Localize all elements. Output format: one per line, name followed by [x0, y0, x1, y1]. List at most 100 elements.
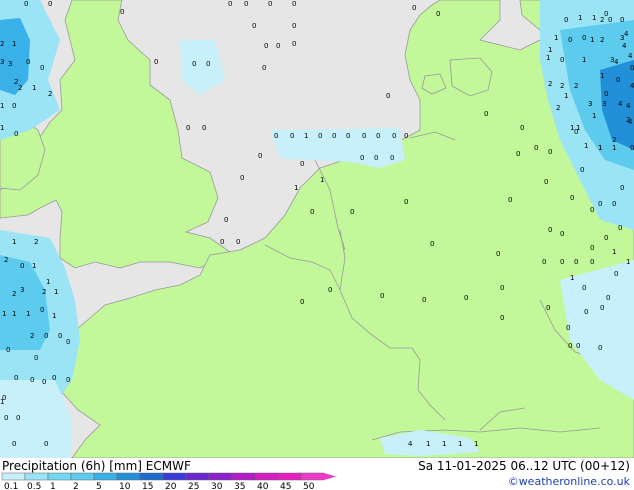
precip-value-label: 1: [600, 72, 604, 80]
precip-value-label: 2: [556, 104, 560, 112]
precip-value-label: 0: [4, 414, 8, 422]
scale-label: 10: [119, 482, 131, 490]
precip-value-label: 0: [300, 298, 304, 306]
precip-value-label: 0: [570, 194, 574, 202]
precip-value-label: 0: [484, 110, 488, 118]
precip-value-label: 0: [220, 238, 224, 246]
precip-value-label: 1: [590, 36, 594, 44]
credit-link[interactable]: ©weatheronline.co.uk: [508, 475, 630, 488]
precip-value-label: 0: [292, 22, 296, 30]
precip-value-label: 0: [600, 304, 604, 312]
precip-value-label: 1: [26, 310, 30, 318]
precip-value-label: 0: [386, 92, 390, 100]
precip-value-label: 0: [618, 224, 622, 232]
precip-value-label: 0: [360, 154, 364, 162]
precip-value-label: 4: [626, 102, 631, 110]
precip-value-label: 1: [52, 312, 56, 320]
precip-value-label: 0: [568, 342, 572, 350]
scale-label: 35: [234, 482, 245, 490]
precip-value-label: 0: [590, 244, 594, 252]
precip-value-label: 1: [0, 398, 4, 406]
scale-color-box: [116, 472, 141, 481]
precip-value-label: 0: [12, 440, 16, 448]
precip-value-label: 0: [244, 0, 248, 8]
precip-value-label: 0: [224, 216, 228, 224]
precip-value-label: 0: [604, 90, 608, 98]
scale-color-box: [139, 472, 164, 481]
precip-value-label: 0: [404, 198, 408, 206]
precip-value-label: 0: [436, 10, 440, 18]
precip-value-label: 2: [574, 82, 578, 90]
precip-value-label: 0: [574, 258, 578, 266]
scale-color-box: [162, 472, 187, 481]
precip-value-label: 0: [598, 344, 602, 352]
precip-value-label: 1: [612, 248, 616, 256]
precip-value-label: 1: [570, 124, 574, 132]
scale-color-box: [93, 472, 118, 481]
precip-value-label: 0: [542, 258, 546, 266]
precip-value-label: 0: [52, 374, 56, 382]
scale-color-box: [185, 472, 210, 481]
precip-value-label: 4: [618, 100, 623, 108]
precip-value-label: 0: [274, 132, 278, 140]
precip-value-label: 1: [474, 440, 478, 448]
precip-value-label: 0: [42, 378, 46, 386]
precip-value-label: 0: [268, 0, 272, 8]
scale-label: 25: [188, 482, 199, 490]
precip-value-label: 0: [30, 376, 34, 384]
precip-value-label: 0: [380, 292, 384, 300]
scale-label: 45: [280, 482, 291, 490]
precip-value-label: 0: [300, 160, 304, 168]
precip-value-label: 4: [614, 58, 619, 66]
precip-value-label: 0: [560, 56, 564, 64]
scale-label: 50: [303, 482, 315, 490]
precip-value-label: 1: [294, 184, 298, 192]
precip-value-label: 0: [186, 124, 190, 132]
precip-value-label: 0: [548, 148, 552, 156]
scale-color-boxes: [1, 472, 336, 481]
precip-value-label: 0: [390, 154, 394, 162]
precip-value-label: 0: [614, 270, 618, 278]
precip-value-label: 0: [580, 166, 584, 174]
precip-value-label: 0: [516, 150, 520, 158]
precip-value-label: 0: [374, 154, 378, 162]
scale-label: 15: [142, 482, 153, 490]
precip-value-label: 4: [624, 30, 629, 38]
precip-value-label: 2: [34, 238, 38, 246]
precip-value-label: 1: [578, 14, 582, 22]
precip-value-label: 0: [564, 16, 568, 24]
precip-value-label: 2: [30, 332, 34, 340]
precip-value-label: 0: [40, 306, 44, 314]
precip-value-label: 0: [606, 294, 610, 302]
scale-label: 1: [50, 482, 56, 490]
precip-value-label: 1: [2, 310, 6, 318]
precip-value-label: 1: [598, 144, 602, 152]
precip-value-label: 0: [620, 16, 624, 24]
precip-value-label: 0: [154, 58, 158, 66]
precip-value-label: 0: [26, 58, 30, 66]
precip-value-label: 0: [404, 132, 408, 140]
precip-value-label: 1: [304, 132, 308, 140]
precip-value-label: 0: [630, 64, 634, 72]
scale-label: 2: [73, 482, 79, 490]
precip-value-label: 3: [588, 100, 592, 108]
precip-value-label: 0: [290, 132, 294, 140]
precip-value-label: 0: [598, 200, 602, 208]
precip-value-label: 0: [508, 196, 512, 204]
precip-value-label: 0: [310, 208, 314, 216]
precip-value-label: 1: [442, 440, 446, 448]
precip-value-label: 0: [240, 174, 244, 182]
precip-value-label: 2: [560, 82, 564, 90]
scale-color-box: [231, 472, 256, 481]
precip-value-label: 0: [582, 34, 586, 42]
precip-value-label: 0: [584, 308, 588, 316]
precip-value-label: 0: [262, 64, 266, 72]
precip-value-label: 0: [544, 178, 548, 186]
precip-value-label: 1: [546, 54, 550, 62]
precip-value-label: 0: [120, 8, 124, 16]
precip-value-label: 1: [584, 142, 588, 150]
precip-value-label: 0: [58, 332, 62, 340]
scale-labels: 0.1 0.5 1 2 5 10 15 20 25 30 35 40 45 50: [4, 482, 315, 490]
precip-value-label: 2: [18, 84, 22, 92]
precip-value-label: 2: [12, 290, 16, 298]
